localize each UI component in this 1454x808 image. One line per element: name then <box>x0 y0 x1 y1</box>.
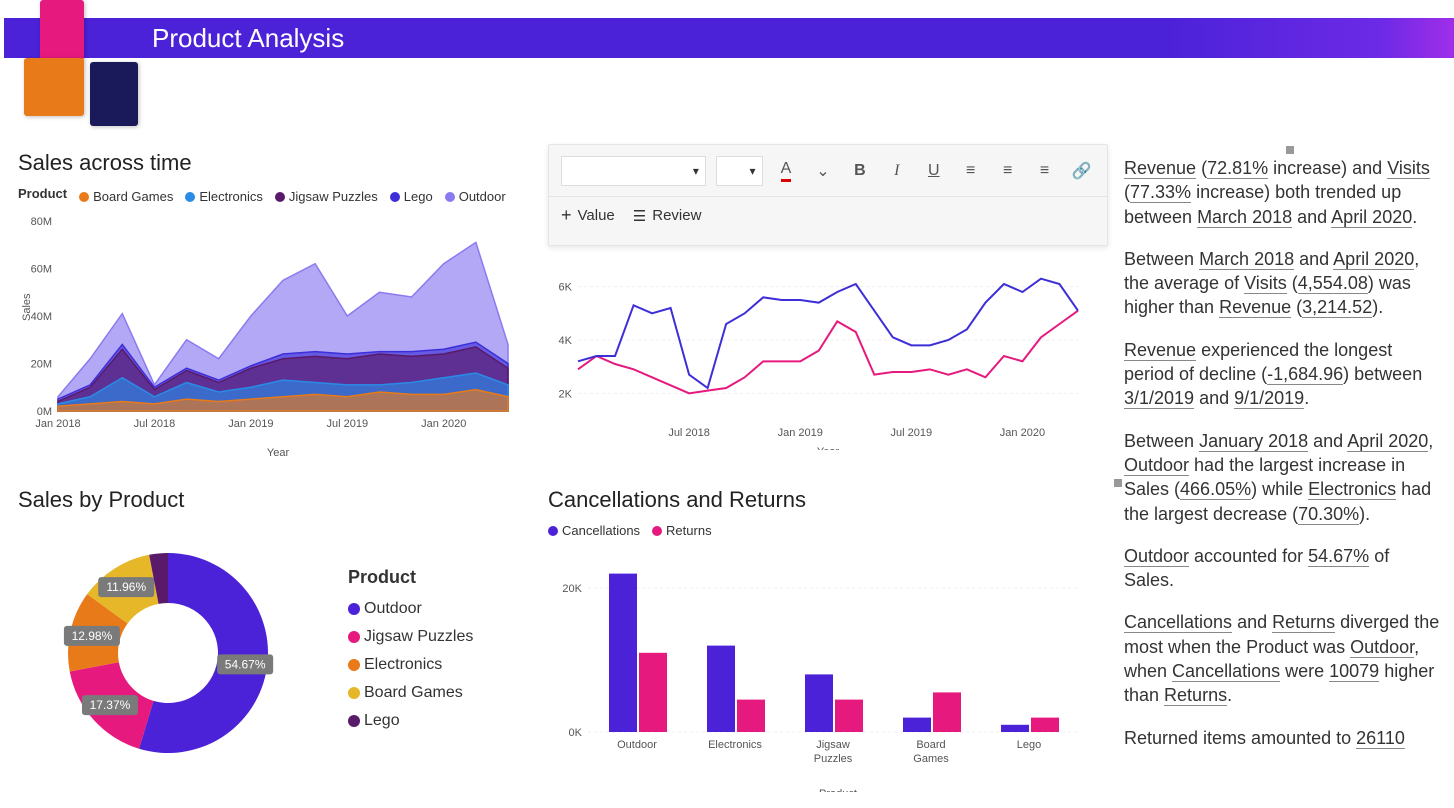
svg-text:20M: 20M <box>31 359 52 371</box>
svg-text:Board: Board <box>916 739 945 751</box>
align-right-icon[interactable]: ≡ <box>1031 157 1058 185</box>
donut-svg: 54.67% 17.37% 12.98% 11.96% <box>18 523 318 783</box>
align-center-icon[interactable]: ≡ <box>994 157 1021 185</box>
svg-text:Puzzles: Puzzles <box>814 753 853 765</box>
svg-text:Jan 2019: Jan 2019 <box>778 427 823 439</box>
sales-by-product-chart[interactable]: Sales by Product 54.67% 17.37% 12.98% 11.96… <box>18 487 538 808</box>
svg-text:Jan 2019: Jan 2019 <box>228 418 273 430</box>
bar-chart-svg: Outdoor Electronics Jigsaw Puzzles Board Game… <box>548 542 1088 792</box>
font-color-icon[interactable]: A <box>773 157 800 185</box>
chevron-down-icon[interactable]: ⌄ <box>809 157 836 185</box>
svg-text:80M: 80M <box>31 216 52 228</box>
svg-text:Year: Year <box>817 446 840 450</box>
svg-text:Sales: Sales <box>21 293 33 321</box>
legend: Product Board Games Electronics Jigsaw P… <box>18 186 538 207</box>
svg-text:6K: 6K <box>559 282 573 294</box>
align-left-icon[interactable]: ≡ <box>957 157 984 185</box>
header-band: Product Analysis <box>4 18 1454 58</box>
font-family-select[interactable]: ▾ <box>561 156 706 186</box>
svg-text:Jan 2018: Jan 2018 <box>35 418 80 430</box>
revenue-visits-card: ▾ ▾ A ⌄ B I U ≡ ≡ ≡ 🔗 +Value ☰Review Ju <box>548 150 1108 477</box>
svg-text:Jul 2018: Jul 2018 <box>134 418 176 430</box>
plus-icon: + <box>561 205 572 226</box>
chart-title: Sales across time <box>18 150 538 176</box>
svg-text:Jan 2020: Jan 2020 <box>421 418 466 430</box>
svg-text:Games: Games <box>913 753 949 765</box>
svg-text:Jul 2019: Jul 2019 <box>326 418 368 430</box>
svg-text:17.37%: 17.37% <box>90 698 131 712</box>
logo-cluster <box>12 0 142 128</box>
logo-block-magenta <box>40 0 84 60</box>
svg-text:Lego: Lego <box>1017 739 1041 751</box>
narrative-text-box[interactable]: Revenue (72.81% increase) and Visits (77… <box>1118 150 1454 808</box>
svg-text:54.67%: 54.67% <box>225 657 266 671</box>
legend: Cancellations Returns <box>548 523 1108 538</box>
svg-text:Jigsaw: Jigsaw <box>816 739 850 751</box>
logo-block-navy <box>90 62 138 126</box>
add-value-button[interactable]: +Value <box>561 205 615 226</box>
svg-text:Jan 2020: Jan 2020 <box>1000 427 1045 439</box>
chart-title: Sales by Product <box>18 487 538 513</box>
svg-text:Jul 2018: Jul 2018 <box>668 427 710 439</box>
donut-legend: Product Outdoor Jigsaw Puzzles Electroni… <box>348 567 473 740</box>
svg-text:Year: Year <box>267 447 290 459</box>
page-title: Product Analysis <box>152 23 344 54</box>
svg-text:Product: Product <box>819 788 857 792</box>
svg-text:Electronics: Electronics <box>708 739 762 751</box>
link-icon[interactable]: 🔗 <box>1068 157 1095 185</box>
italic-icon[interactable]: I <box>883 157 910 185</box>
underline-icon[interactable]: U <box>920 157 947 185</box>
chart-title: Cancellations and Returns <box>548 487 1108 513</box>
svg-text:0M: 0M <box>37 406 52 418</box>
logo-block-orange <box>24 58 84 116</box>
svg-text:11.96%: 11.96% <box>106 580 146 594</box>
svg-text:20K: 20K <box>562 583 582 595</box>
area-chart-svg: Jan 2018 Jul 2018 Jan 2019 Jul 2019 Jan 2020… <box>18 211 518 461</box>
svg-text:60M: 60M <box>31 264 52 276</box>
review-button[interactable]: ☰Review <box>633 207 702 225</box>
svg-text:4K: 4K <box>559 335 573 347</box>
list-icon: ☰ <box>633 207 646 225</box>
svg-text:40M: 40M <box>31 311 52 323</box>
cancellations-returns-chart[interactable]: Cancellations and Returns Cancellations … <box>548 487 1108 808</box>
svg-text:Jul 2019: Jul 2019 <box>891 427 933 439</box>
svg-text:12.98%: 12.98% <box>72 629 113 643</box>
svg-text:2K: 2K <box>559 388 573 400</box>
svg-text:0K: 0K <box>569 727 583 739</box>
line-chart-svg[interactable]: Jul 2018Jan 2019Jul 2019Jan 2020 2K4K6K … <box>548 250 1088 450</box>
text-format-toolbar: ▾ ▾ A ⌄ B I U ≡ ≡ ≡ 🔗 +Value ☰Review <box>548 144 1108 246</box>
sales-across-time-chart[interactable]: Sales across time Product Board Games El… <box>18 150 538 477</box>
font-size-select[interactable]: ▾ <box>716 156 763 186</box>
svg-text:Outdoor: Outdoor <box>617 739 657 751</box>
bold-icon[interactable]: B <box>846 157 873 185</box>
